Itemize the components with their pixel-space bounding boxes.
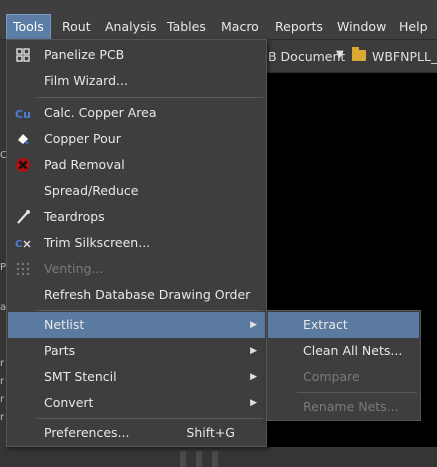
- menu-help[interactable]: Help: [393, 15, 434, 39]
- status-segment: [196, 451, 202, 467]
- menu-item-calc-copper-area[interactable]: Cu Calc. Copper Area: [8, 100, 265, 126]
- trim-silkscreen-icon: C: [15, 239, 31, 250]
- menu-item-label: Compare: [303, 369, 360, 384]
- menu-item-label: Refresh Database Drawing Order: [44, 287, 251, 302]
- menu-item-label: Trim Silkscreen...: [44, 235, 151, 250]
- menu-reports[interactable]: Reports: [269, 15, 329, 39]
- menu-item-label: Copper Pour: [44, 131, 121, 146]
- submenu-arrow-icon: ▶: [250, 398, 257, 408]
- svg-text:C: C: [15, 239, 22, 250]
- copper-pour-icon: [18, 134, 29, 145]
- submenu-item-compare[interactable]: Compare: [268, 364, 419, 390]
- menu-rout[interactable]: Rout: [56, 15, 97, 39]
- menu-item-label: Preferences...: [44, 425, 130, 440]
- panel-glyph: r: [0, 376, 5, 387]
- menu-item-label: Venting...: [44, 261, 104, 276]
- menu-item-film-wizard[interactable]: Film Wizard...: [8, 68, 265, 94]
- menu-item-label: Pad Removal: [44, 157, 125, 172]
- menu-macro[interactable]: Macro: [215, 15, 265, 39]
- menu-analysis[interactable]: Analysis: [99, 15, 163, 39]
- menu-item-pad-removal[interactable]: Pad Removal: [8, 152, 265, 178]
- tools-menu: Panelize PCB Film Wizard... Cu Calc. Cop…: [6, 39, 267, 447]
- menu-item-label: SMT Stencil: [44, 369, 117, 384]
- submenu-arrow-icon: ▶: [250, 346, 257, 356]
- submenu-arrow-icon: ▶: [250, 320, 257, 330]
- menu-item-label: Film Wizard...: [44, 73, 128, 88]
- menu-window[interactable]: Window: [331, 15, 392, 39]
- status-segment: [212, 451, 218, 467]
- menu-item-label: Parts: [44, 343, 76, 358]
- menu-item-trim-silkscreen[interactable]: C Trim Silkscreen...: [8, 230, 265, 256]
- submenu-item-extract[interactable]: Extract: [268, 312, 419, 338]
- chevron-down-icon[interactable]: ▼: [336, 49, 344, 60]
- menu-item-venting[interactable]: Venting...: [8, 256, 265, 282]
- pad-removal-icon: [16, 158, 30, 172]
- menu-item-label: Teardrops: [44, 209, 105, 224]
- menu-item-spread-reduce[interactable]: Spread/Reduce: [8, 178, 265, 204]
- menu-separator: [37, 310, 263, 311]
- panel-glyph: r: [0, 412, 5, 423]
- menu-item-copper-pour[interactable]: Copper Pour: [8, 126, 265, 152]
- document-type-selector[interactable]: B Document: [268, 49, 345, 64]
- menu-item-label: Spread/Reduce: [44, 183, 139, 198]
- menu-item-label: Netlist: [44, 317, 85, 332]
- file-tab[interactable]: WBFNPLL_tes: [372, 49, 437, 64]
- menu-item-refresh-drawing-order[interactable]: Refresh Database Drawing Order: [8, 282, 265, 308]
- teardrops-icon: [17, 210, 30, 224]
- venting-icon: [16, 262, 30, 276]
- menu-item-convert[interactable]: Convert ▶: [8, 390, 265, 416]
- status-bar: [0, 447, 437, 467]
- submenu-item-rename-nets[interactable]: Rename Nets...: [268, 394, 419, 420]
- menu-tables[interactable]: Tables: [161, 15, 212, 39]
- submenu-arrow-icon: ▶: [250, 372, 257, 382]
- menu-item-label: Panelize PCB: [44, 47, 125, 62]
- menu-item-label: Calc. Copper Area: [44, 105, 157, 120]
- menu-item-label: Convert: [44, 395, 94, 410]
- menu-separator: [297, 392, 417, 393]
- menu-item-teardrops[interactable]: Teardrops: [8, 204, 265, 230]
- status-segment: [180, 451, 186, 467]
- menu-item-panelize-pcb[interactable]: Panelize PCB: [8, 42, 265, 68]
- menu-item-netlist[interactable]: Netlist ▶: [8, 312, 265, 338]
- submenu-item-clean-all-nets[interactable]: Clean All Nets...: [268, 338, 419, 364]
- panelize-icon: [16, 48, 30, 62]
- panel-glyph: r: [0, 394, 5, 405]
- panel-glyph: r: [0, 358, 5, 369]
- netlist-submenu: Extract Clean All Nets... Compare Rename…: [266, 310, 421, 421]
- document-toolbar: B Document ▼ WBFNPLL_tes: [266, 40, 437, 73]
- svg-text:Cu: Cu: [15, 108, 31, 121]
- shortcut-label: Shift+G: [186, 425, 235, 440]
- folder-icon: [352, 47, 366, 61]
- menu-item-label: Clean All Nets...: [303, 343, 403, 358]
- menu-separator: [37, 97, 263, 98]
- menu-item-label: Extract: [303, 317, 348, 332]
- menu-item-smt-stencil[interactable]: SMT Stencil ▶: [8, 364, 265, 390]
- calc-copper-icon: Cu: [15, 108, 31, 121]
- menu-item-label: Rename Nets...: [303, 399, 399, 414]
- menu-item-preferences[interactable]: Preferences... Shift+G: [8, 420, 265, 446]
- menu-bar: Tools Rout Analysis Tables Macro Reports…: [0, 0, 437, 40]
- menu-separator: [37, 418, 263, 419]
- menu-tools[interactable]: Tools: [6, 14, 51, 40]
- menu-item-parts[interactable]: Parts ▶: [8, 338, 265, 364]
